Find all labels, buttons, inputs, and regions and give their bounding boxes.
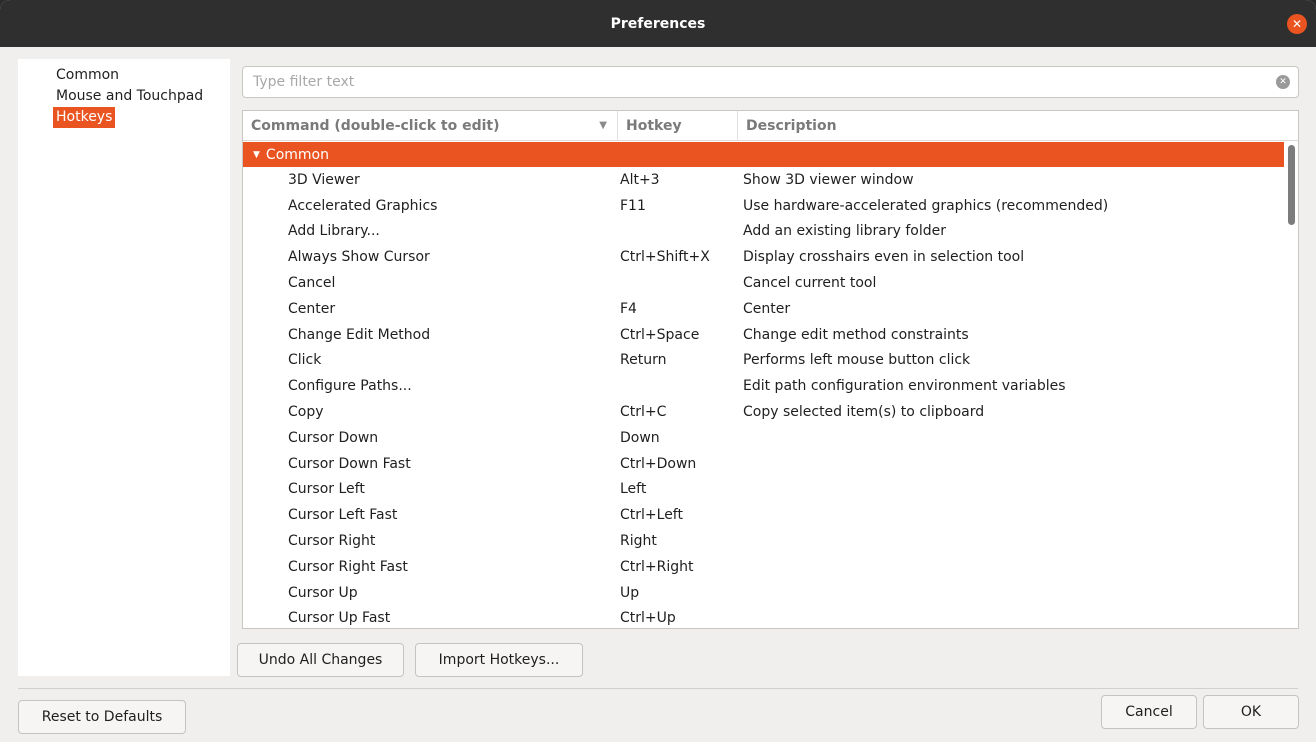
command-cell: Center	[288, 300, 336, 317]
sidebar-item-common[interactable]: Common	[53, 65, 122, 86]
command-cell: 3D Viewer	[288, 171, 360, 188]
table-body: ▼ Common 3D Viewer Alt+3 Show 3D viewer wi…	[243, 142, 1284, 628]
table-row[interactable]: Copy Ctrl+C Copy selected item(s) to clipb…	[243, 399, 1284, 425]
command-cell: Cursor Up	[288, 584, 358, 601]
hotkey-cell: Down	[620, 429, 660, 446]
sidebar-item-hotkeys[interactable]: Hotkeys	[53, 107, 116, 128]
vertical-scrollbar[interactable]	[1286, 142, 1296, 628]
command-cell: Accelerated Graphics	[288, 197, 438, 214]
description-cell: Edit path configuration environment vari…	[743, 378, 1066, 395]
preferences-window: Preferences ✕ Common Mouse and Touchpad …	[0, 0, 1316, 742]
table-row[interactable]: Cursor Down Down	[243, 425, 1284, 451]
column-header-hotkey[interactable]: Hotkey	[618, 111, 738, 141]
command-cell: Cursor Down Fast	[288, 455, 411, 472]
description-cell: Performs left mouse button click	[743, 352, 971, 369]
table-row[interactable]: Click Return Performs left mouse button cl…	[243, 348, 1284, 374]
hotkeys-table: Command (double-click to edit) ▼ Hotkey …	[242, 110, 1299, 629]
table-header: Command (double-click to edit) ▼ Hotkey …	[243, 111, 1298, 141]
hotkey-cell: Ctrl+Right	[620, 558, 694, 575]
command-cell: Change Edit Method	[288, 326, 431, 343]
triangle-down-icon[interactable]: ▼	[253, 150, 260, 160]
table-row[interactable]: Accelerated Graphics F11 Use hardware-acce…	[243, 193, 1284, 219]
command-cell: Cursor Right	[288, 533, 376, 550]
description-cell: Cancel current tool	[743, 275, 877, 292]
hotkey-cell: Up	[620, 584, 640, 601]
hotkey-cell: Ctrl+Left	[620, 507, 683, 524]
description-cell: Center	[743, 300, 791, 317]
hotkey-cell: Left	[620, 481, 647, 498]
scrollbar-thumb[interactable]	[1288, 145, 1295, 225]
import-hotkeys-button[interactable]: Import Hotkeys...	[415, 643, 583, 677]
command-cell: Click	[288, 352, 322, 369]
table-row[interactable]: 3D Viewer Alt+3 Show 3D viewer window	[243, 167, 1284, 193]
command-cell: Cursor Up Fast	[288, 610, 391, 627]
table-row[interactable]: Cursor Right Right	[243, 528, 1284, 554]
description-cell: Show 3D viewer window	[743, 171, 914, 188]
command-cell: Configure Paths...	[288, 378, 412, 395]
title-bar: Preferences ✕	[0, 0, 1316, 47]
table-row[interactable]: Cursor Down Fast Ctrl+Down	[243, 451, 1284, 477]
reset-to-defaults-button[interactable]: Reset to Defaults	[18, 700, 186, 734]
ok-button[interactable]: OK	[1203, 695, 1299, 729]
column-header-description[interactable]: Description	[738, 111, 1298, 141]
clear-filter-icon[interactable]: ✕	[1276, 75, 1290, 89]
hotkey-cell: Ctrl+Space	[620, 326, 700, 343]
group-row-common[interactable]: ▼ Common	[243, 142, 1284, 167]
close-icon[interactable]: ✕	[1287, 14, 1307, 34]
table-row[interactable]: Configure Paths... Edit path configuratio…	[243, 373, 1284, 399]
command-cell: Cursor Left	[288, 481, 365, 498]
table-row[interactable]: Change Edit Method Ctrl+Space Change edit …	[243, 322, 1284, 348]
table-row[interactable]: Add Library... Add an existing library fo…	[243, 219, 1284, 245]
command-cell: Cursor Right Fast	[288, 558, 408, 575]
command-cell: Cursor Down	[288, 429, 379, 446]
sort-down-icon: ▼	[599, 120, 607, 131]
hotkey-cell: F11	[620, 197, 646, 214]
command-cell: Copy	[288, 404, 324, 421]
hotkey-cell: F4	[620, 300, 637, 317]
hotkey-cell: Alt+3	[620, 171, 660, 188]
group-label: Common	[265, 146, 329, 163]
hotkey-cell: Ctrl+Down	[620, 455, 697, 472]
description-cell: Use hardware-accelerated graphics (recom…	[743, 197, 1109, 214]
table-row[interactable]: Cursor Left Left	[243, 477, 1284, 503]
command-cell: Always Show Cursor	[288, 249, 430, 266]
window-title: Preferences	[610, 15, 706, 32]
table-row[interactable]: Always Show Cursor Ctrl+Shift+X Display cr…	[243, 244, 1284, 270]
description-cell: Display crosshairs even in selection too…	[743, 249, 1025, 266]
table-row[interactable]: Cursor Right Fast Ctrl+Right	[243, 554, 1284, 580]
sidebar: Common Mouse and Touchpad Hotkeys	[18, 59, 230, 676]
description-cell: Add an existing library folder	[743, 223, 947, 240]
description-cell: Change edit method constraints	[743, 326, 969, 343]
description-cell: Copy selected item(s) to clipboard	[743, 404, 985, 421]
hotkey-cell: Right	[620, 533, 657, 550]
hotkey-cell: Ctrl+Up	[620, 610, 676, 627]
table-row[interactable]: Center F4 Center	[243, 296, 1284, 322]
table-row[interactable]: Cancel Cancel current tool	[243, 270, 1284, 296]
table-row[interactable]: Cursor Up Up	[243, 580, 1284, 606]
cancel-button[interactable]: Cancel	[1101, 695, 1197, 729]
table-row[interactable]: Cursor Up Fast Ctrl+Up	[243, 606, 1284, 628]
divider	[18, 688, 1298, 689]
command-cell: Cursor Left Fast	[288, 507, 398, 524]
sidebar-item-mouse-and-touchpad[interactable]: Mouse and Touchpad	[53, 86, 206, 107]
filter-field[interactable]: ✕	[242, 66, 1299, 98]
command-cell: Cancel	[288, 275, 336, 292]
hotkey-cell: Return	[620, 352, 667, 369]
table-row[interactable]: Cursor Left Fast Ctrl+Left	[243, 502, 1284, 528]
command-cell: Add Library...	[288, 223, 380, 240]
column-header-command[interactable]: Command (double-click to edit) ▼	[243, 111, 618, 141]
filter-input[interactable]	[251, 73, 1276, 91]
hotkey-cell: Ctrl+C	[620, 404, 667, 421]
undo-all-changes-button[interactable]: Undo All Changes	[237, 643, 404, 677]
hotkey-cell: Ctrl+Shift+X	[620, 249, 710, 266]
